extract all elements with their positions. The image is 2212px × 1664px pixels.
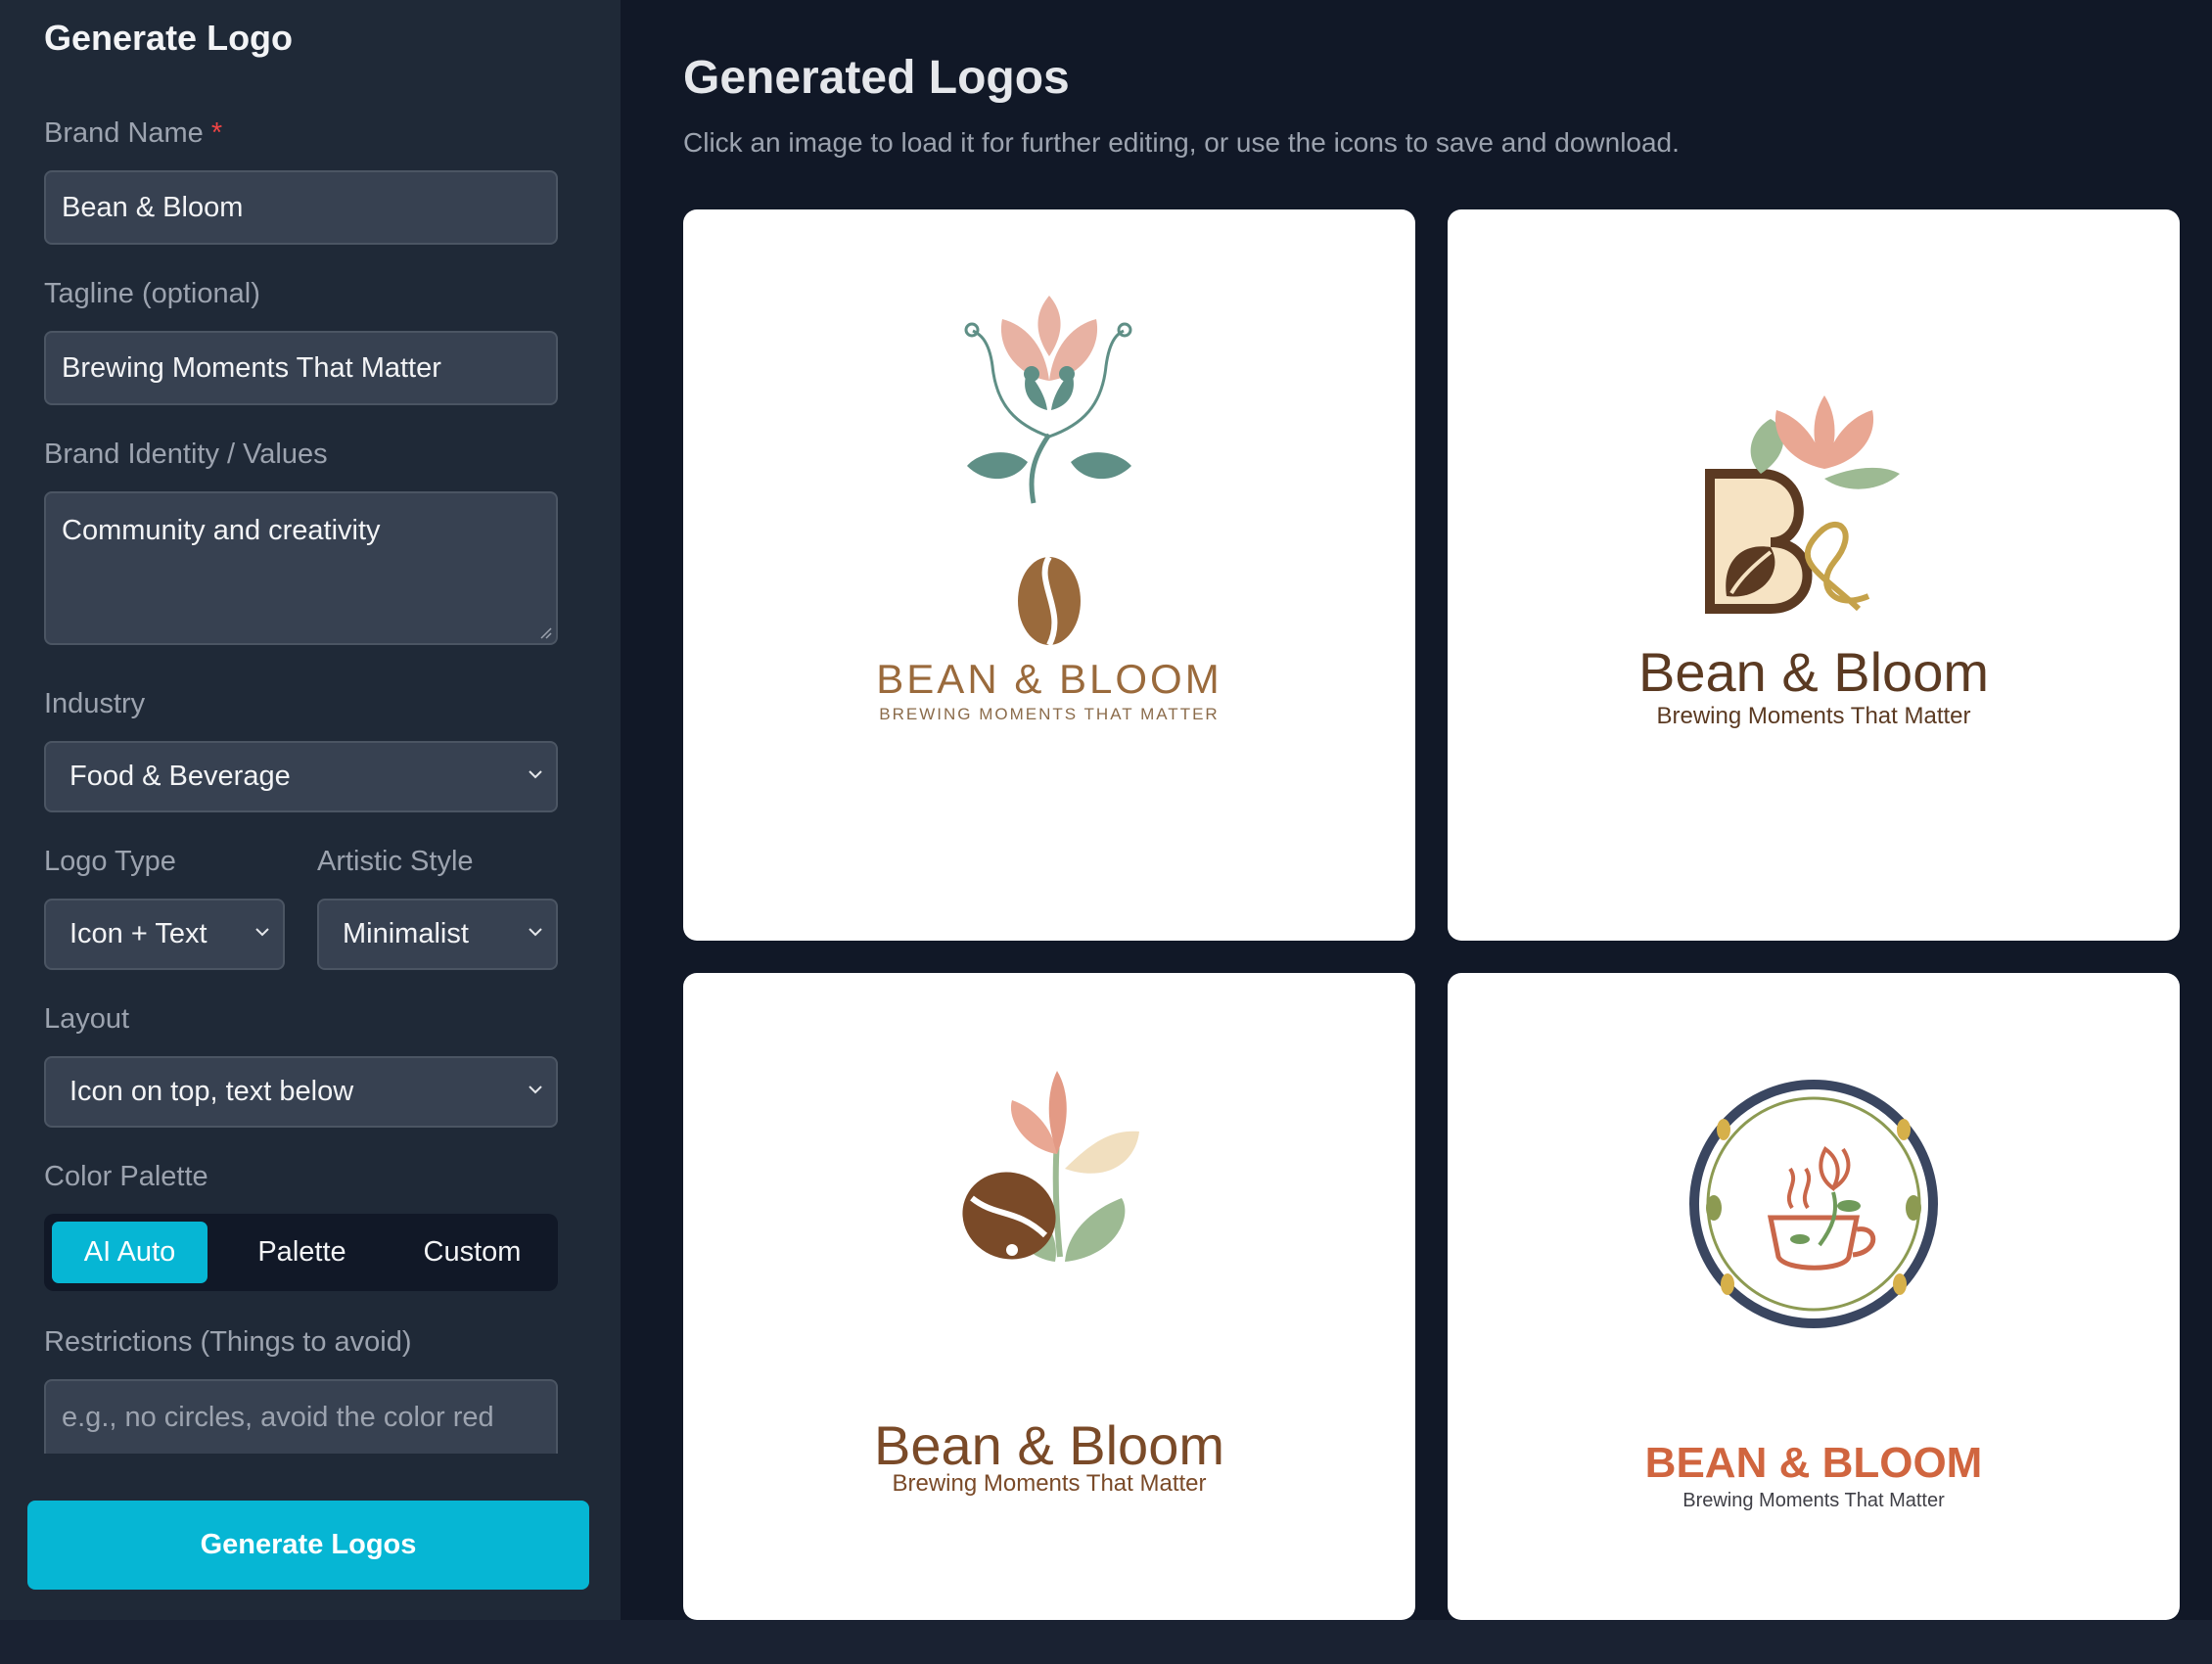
logo-card-2[interactable]: Bean & Bloom Brewing Moments That Matter bbox=[1448, 209, 2180, 941]
lotus-bean-icon bbox=[964, 296, 1132, 647]
monogram-b-icon bbox=[1705, 395, 1900, 614]
tagline-input[interactable]: Brewing Moments That Matter bbox=[44, 331, 558, 405]
footer-strip bbox=[0, 1620, 2212, 1664]
palette-option-ai-auto[interactable]: AI Auto bbox=[52, 1222, 207, 1283]
brand-name-input[interactable]: Bean & Bloom bbox=[44, 170, 558, 245]
coffee-cup-wreath-icon bbox=[1689, 1080, 1938, 1328]
identity-label: Brand Identity / Values bbox=[44, 439, 328, 470]
generate-logos-button[interactable]: Generate Logos bbox=[27, 1501, 589, 1590]
logo-1-name: BEAN & BLOOM bbox=[876, 656, 1222, 702]
layout-select[interactable]: Icon on top, text below bbox=[44, 1056, 558, 1128]
logo-2-tagline: Brewing Moments That Matter bbox=[1656, 703, 1971, 729]
chevron-down-icon bbox=[529, 1085, 542, 1093]
sidebar-title: Generate Logo bbox=[44, 18, 294, 58]
page-subtitle: Click an image to load it for further ed… bbox=[683, 127, 1680, 158]
brand-name-label: Brand Name * bbox=[44, 117, 223, 149]
page-title: Generated Logos bbox=[683, 52, 1070, 104]
tagline-label: Tagline (optional) bbox=[44, 278, 260, 309]
artistic-style-label: Artistic Style bbox=[317, 846, 474, 877]
chevron-down-icon bbox=[255, 927, 269, 936]
artistic-style-value: Minimalist bbox=[343, 918, 469, 949]
logo-type-select[interactable]: Icon + Text bbox=[44, 899, 285, 970]
palette-label: Color Palette bbox=[44, 1161, 208, 1192]
logo-card-1[interactable]: BEAN & BLOOM BREWING MOMENTS THAT MATTER bbox=[683, 209, 1415, 941]
layout-value: Icon on top, text below bbox=[69, 1076, 354, 1107]
palette-option-custom[interactable]: Custom bbox=[394, 1222, 550, 1283]
logo-type-label: Logo Type bbox=[44, 846, 176, 877]
industry-select[interactable]: Food & Beverage bbox=[44, 741, 558, 812]
industry-value: Food & Beverage bbox=[69, 761, 291, 792]
logo-card-4[interactable]: BEAN & BLOOM Brewing Moments That Matter bbox=[1448, 973, 2180, 1620]
chevron-down-icon bbox=[529, 927, 542, 936]
logo-type-value: Icon + Text bbox=[69, 918, 207, 949]
chevron-down-icon bbox=[529, 769, 542, 778]
sidebar-panel: Generate Logo Brand Name * Bean & Bloom T… bbox=[0, 0, 621, 1620]
logo-1-tagline: BREWING MOMENTS THAT MATTER bbox=[879, 705, 1220, 723]
logo-3-tagline: Brewing Moments That Matter bbox=[892, 1470, 1207, 1497]
logo-3-name: Bean & Bloom bbox=[874, 1414, 1224, 1476]
artistic-style-select[interactable]: Minimalist bbox=[317, 899, 558, 970]
main-panel: Generated Logos Click an image to load i… bbox=[621, 0, 2212, 1620]
logo-card-3[interactable]: Bean & Bloom Brewing Moments That Matter bbox=[683, 973, 1415, 1620]
restrictions-input[interactable]: e.g., no circles, avoid the color red bbox=[44, 1379, 558, 1454]
palette-segmented-control: AI Auto Palette Custom bbox=[44, 1214, 558, 1291]
layout-label: Layout bbox=[44, 1003, 130, 1035]
restrictions-label: Restrictions (Things to avoid) bbox=[44, 1326, 412, 1358]
tulip-bean-icon bbox=[962, 1071, 1139, 1262]
palette-option-palette[interactable]: Palette bbox=[224, 1222, 380, 1283]
industry-label: Industry bbox=[44, 688, 146, 719]
identity-value: Community and creativity bbox=[62, 515, 381, 546]
resize-grip-icon[interactable] bbox=[538, 625, 552, 639]
identity-textarea[interactable]: Community and creativity bbox=[44, 491, 558, 645]
required-marker: * bbox=[210, 117, 223, 149]
logo-4-name: BEAN & BLOOM bbox=[1644, 1439, 1983, 1487]
logo-4-tagline: Brewing Moments That Matter bbox=[1682, 1490, 1945, 1511]
logo-2-name: Bean & Bloom bbox=[1638, 641, 1989, 703]
